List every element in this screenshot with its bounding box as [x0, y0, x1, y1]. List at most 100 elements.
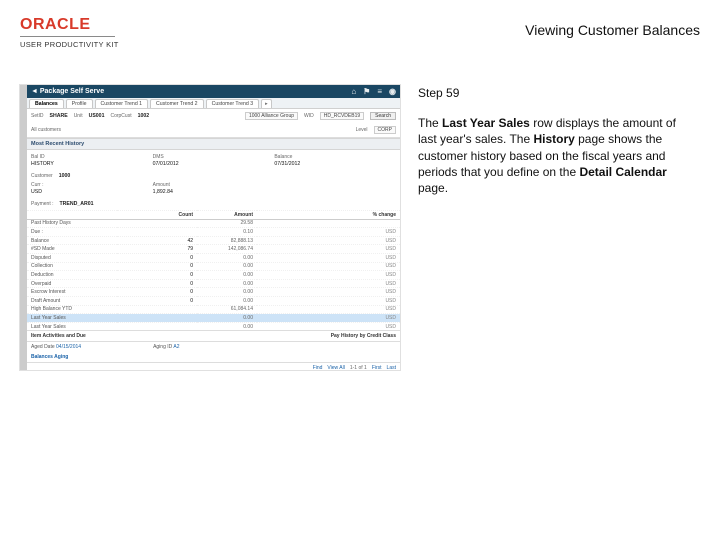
tab-profile[interactable]: Profile [66, 99, 93, 108]
summary-triple-2: Curr :USD Amount1,892.84 [27, 182, 400, 201]
tab-trend3[interactable]: Customer Trend 3 [206, 99, 260, 108]
step-label: Step 59 [418, 85, 688, 101]
cell: Past History Days [27, 219, 117, 228]
v-customer: 1000 [59, 173, 71, 179]
table-row: Past History Days29.58 [27, 219, 400, 228]
pager-last[interactable]: Last [387, 365, 396, 370]
tab-balances[interactable]: Balances [29, 99, 64, 108]
label-corpcust: CorpCust [110, 113, 131, 119]
cell: High Balance YTD [27, 305, 117, 314]
cell: Balance [27, 236, 117, 245]
tab-trend1[interactable]: Customer Trend 1 [95, 99, 149, 108]
search-button[interactable]: Search [370, 112, 396, 120]
pager-viewall[interactable]: View All [327, 365, 344, 370]
cell: Disputed [27, 253, 117, 262]
summary-triple-1: Bal IDHISTORY DMS07/01/2012 Balance07/31… [27, 150, 400, 173]
cell: 0 [117, 296, 197, 305]
globe-icon[interactable]: ◉ [389, 87, 396, 96]
filter-row-1: SetID SHARE Unit US001 CorpCust 1002 100… [27, 109, 400, 123]
cell: 0.00 [197, 271, 257, 280]
cell: 79 [117, 245, 197, 254]
cell: USD [257, 262, 400, 271]
grid-title[interactable]: Balances Aging [27, 352, 400, 363]
col-change: % change [257, 211, 400, 220]
table-row: High Balance YTD 61,084.14USD [27, 305, 400, 314]
instruction-text: The Last Year Sales row displays the amo… [418, 115, 688, 196]
section-header: Most Recent History [27, 138, 400, 150]
filter-row-2: All customers Level CORP [27, 123, 400, 138]
b2: History [533, 132, 574, 146]
pager-find[interactable]: Find [313, 365, 323, 370]
cell: 0.00 [197, 253, 257, 262]
cell [117, 314, 197, 323]
app-title: ◄ Package Self Serve [31, 88, 104, 95]
cell: 0 [117, 271, 197, 280]
cell: USD [257, 271, 400, 280]
tab-add[interactable]: ▸ [261, 99, 272, 108]
cell: Deduction [27, 271, 117, 280]
label-unit: Unit [74, 113, 83, 119]
k-curr: Curr : [31, 182, 153, 188]
b1: Last Year Sales [442, 116, 530, 130]
cell: USD [257, 296, 400, 305]
b3: Detail Calendar [579, 165, 666, 179]
k-payment: Payment : [31, 201, 54, 207]
table-row: Disputed00.00USD [27, 253, 400, 262]
cell: USD [257, 314, 400, 323]
cell: USD [257, 322, 400, 330]
label-wid: WID [304, 113, 314, 119]
v-balid: HISTORY [31, 161, 153, 167]
value-unit: US001 [89, 113, 105, 119]
value-corpcust: 1002 [138, 113, 150, 119]
cell: USD [257, 288, 400, 297]
cell: 0 [117, 288, 197, 297]
tab-trend2[interactable]: Customer Trend 2 [150, 99, 204, 108]
cell [117, 219, 197, 228]
k-amt: Amount [153, 182, 275, 188]
cell: 61,084.14 [197, 305, 257, 314]
home-icon[interactable]: ⌂ [351, 87, 356, 96]
pager-first[interactable]: First [372, 365, 382, 370]
cell: USD [257, 245, 400, 254]
cell: USD [257, 279, 400, 288]
k-agingid: Aging ID [153, 344, 172, 350]
instruction-panel: Step 59 The Last Year Sales row displays… [418, 85, 688, 370]
cell: Due : [27, 228, 117, 237]
cell [117, 322, 197, 330]
table-row: Last Year Sales0.00USD [27, 322, 400, 330]
v-bal: 07/31/2012 [274, 161, 396, 167]
table-row: Escrow Interest00.00USD [27, 288, 400, 297]
cell: 142,086.74 [197, 245, 257, 254]
cell: 0.00 [197, 288, 257, 297]
pager-range: 1-1 of 1 [350, 365, 367, 370]
table-header-row: Count Amount % change [27, 211, 400, 220]
level-field[interactable]: CORP [374, 126, 396, 134]
customer-chip[interactable]: 1000 Alliance Group [245, 112, 298, 120]
v-amt: 1,892.84 [153, 189, 275, 195]
col-count: Count [117, 211, 197, 220]
cell: Escrow Interest [27, 288, 117, 297]
flag-icon[interactable]: ⚑ [363, 87, 370, 96]
cell [117, 228, 197, 237]
cell: Overpaid [27, 279, 117, 288]
table-row: Balance4282,888.13USD [27, 236, 400, 245]
t4: page. [418, 181, 448, 195]
col-name [27, 211, 117, 220]
v-agingid: A2 [173, 344, 179, 350]
history-table: Count Amount % change Past History Days2… [27, 210, 400, 330]
cell: 0.00 [197, 314, 257, 323]
cell [257, 219, 400, 228]
cell: 0 [117, 262, 197, 271]
k-ageddate: Aged Date [31, 344, 55, 350]
wid-field[interactable]: HD_RCVDEB19 [320, 112, 364, 120]
label-setid: SetID [31, 113, 44, 119]
v-dms: 07/01/2012 [153, 161, 275, 167]
cell: USD [257, 228, 400, 237]
cell: 0.10 [197, 228, 257, 237]
cell: Last Year Sales [27, 322, 117, 330]
cell: 42 [117, 236, 197, 245]
cell: USD [257, 305, 400, 314]
cell: 0.00 [197, 262, 257, 271]
cell: 0.00 [197, 296, 257, 305]
menu-icon[interactable]: ≡ [377, 87, 382, 96]
